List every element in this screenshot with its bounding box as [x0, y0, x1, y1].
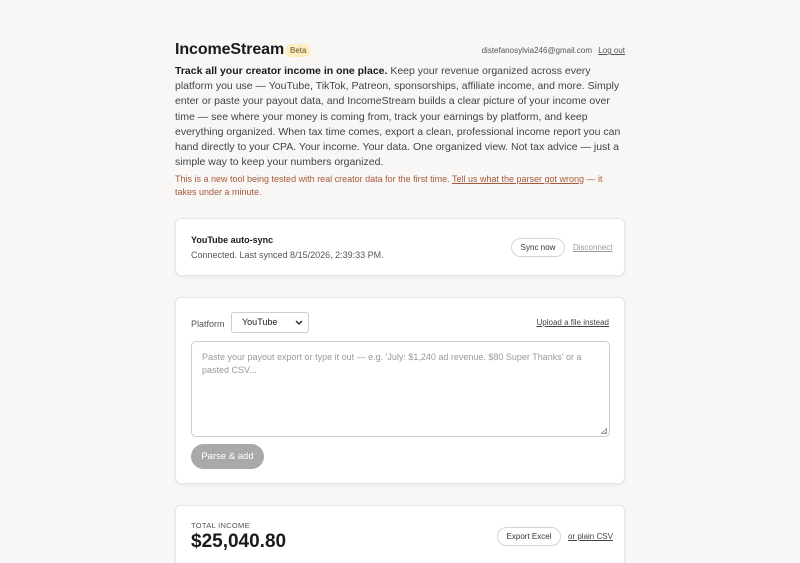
beta-notice: This is a new tool being tested with rea…: [175, 173, 625, 198]
beta-badge: Beta: [285, 44, 312, 57]
parse-add-button[interactable]: Parse & add: [191, 444, 264, 469]
app-title: IncomeStream: [175, 41, 285, 58]
youtube-sync-card: YouTube auto-sync Connected. Last synced…: [175, 218, 625, 276]
total-income-value: $25,040.80: [191, 531, 287, 552]
intro-body: Keep your revenue organized across every…: [175, 65, 621, 169]
chevron-down-icon: [295, 313, 303, 339]
total-income-card: TOTAL INCOME $25,040.80 Export Excel or …: [175, 505, 625, 563]
disconnect-link[interactable]: Disconnect: [573, 243, 613, 252]
sync-status: Connected. Last synced 8/15/2026, 2:39:3…: [191, 250, 384, 260]
intro-text: Track all your creator income in one pla…: [175, 64, 625, 170]
platform-select-value: YouTube: [242, 317, 278, 327]
payout-textarea-placeholder: Paste your payout export or type it out …: [202, 352, 582, 375]
platform-label: Platform: [191, 319, 225, 329]
export-excel-button[interactable]: Export Excel: [497, 527, 561, 546]
export-csv-link[interactable]: or plain CSV: [568, 532, 613, 541]
platform-select[interactable]: YouTube: [231, 312, 309, 333]
sync-now-button[interactable]: Sync now: [511, 238, 565, 257]
resize-handle-icon[interactable]: [601, 428, 607, 434]
app-header: IncomeStream Beta distefanosylvia246@gma…: [175, 41, 625, 61]
income-entry-card: Platform YouTube Upload a file instead P…: [175, 297, 625, 484]
feedback-link[interactable]: Tell us what the parser got wrong: [452, 174, 584, 184]
payout-textarea[interactable]: Paste your payout export or type it out …: [191, 341, 610, 437]
notice-text-before: This is a new tool being tested with rea…: [175, 174, 452, 184]
upload-file-link[interactable]: Upload a file instead: [537, 318, 610, 327]
user-email: distefanosylvia246@gmail.com: [481, 46, 592, 55]
logout-link[interactable]: Log out: [598, 46, 625, 55]
total-income-label: TOTAL INCOME: [191, 521, 250, 530]
intro-lead: Track all your creator income in one pla…: [175, 65, 388, 77]
sync-title: YouTube auto-sync: [191, 235, 274, 245]
